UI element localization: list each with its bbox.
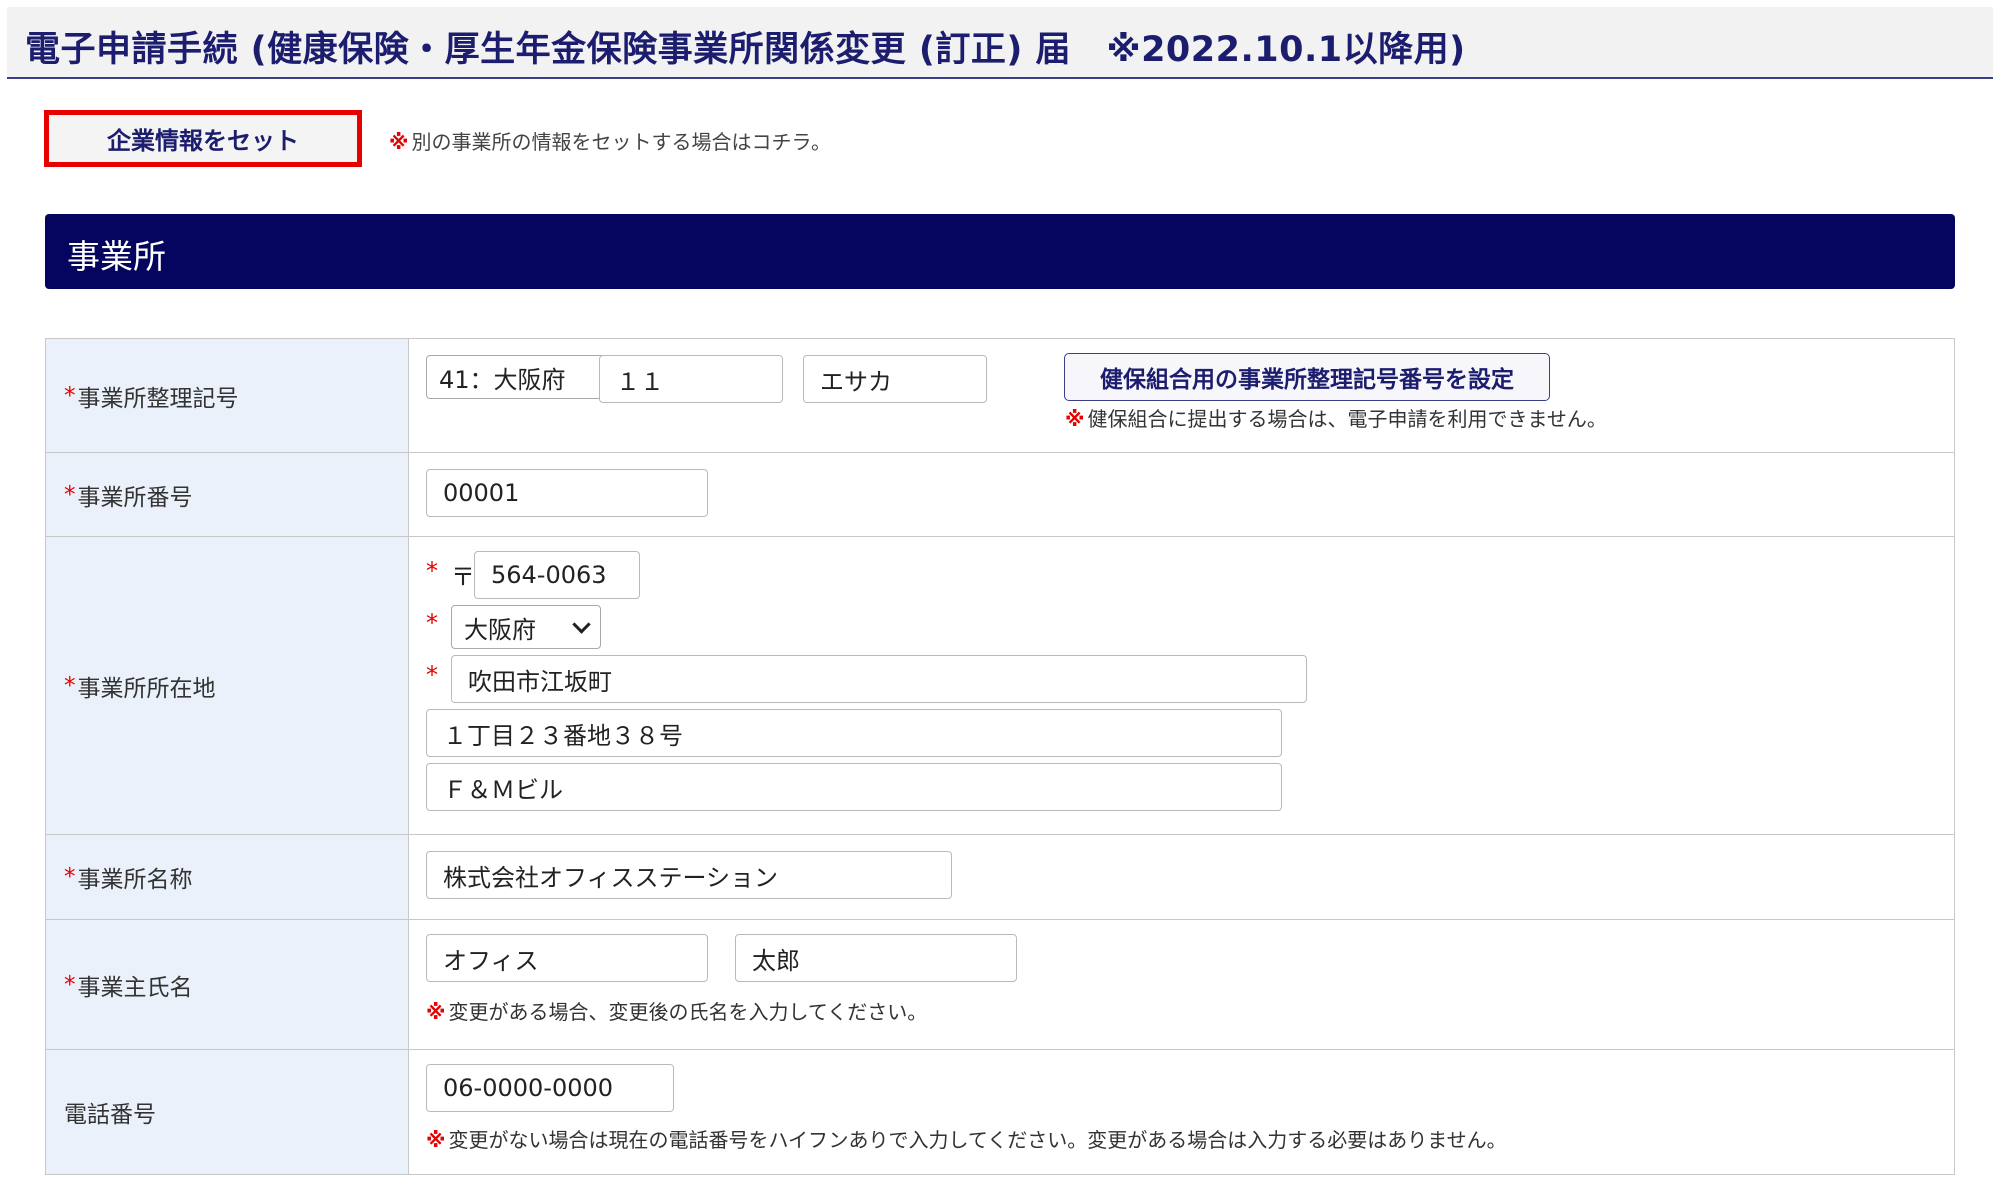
page-header: 電子申請手続 (健康保険・厚生年金保険事業所関係変更 (訂正) 届 ※2022.… (7, 7, 1993, 79)
section-title: 事業所 (67, 237, 166, 276)
owner-name-note-text: 変更がある場合、変更後の氏名を入力してください。 (448, 1000, 928, 1024)
required-mark: * (64, 864, 76, 890)
office-code-input-1[interactable]: １１ (599, 355, 783, 403)
postal-mark: 〒 (451, 563, 475, 591)
kenpo-office-code-button[interactable]: 健保組合用の事業所整理記号番号を設定 (1064, 353, 1550, 401)
label-office-code-text: 事業所整理記号 (77, 385, 239, 412)
set-company-note-text: 別の事業所の情報をセットする場合はコチラ。 (411, 130, 832, 154)
row-office-number: * 事業所番号 00001 (46, 453, 1954, 537)
label-office-address: * 事業所所在地 (46, 537, 409, 834)
required-mark: * (64, 481, 76, 508)
page-title: 電子申請手続 (健康保険・厚生年金保険事業所関係変更 (訂正) 届 ※2022.… (25, 30, 1466, 70)
row-office-code: * 事業所整理記号 41：大阪府 １１ エサカ 健保組合用の事業所整理記号番号を設… (46, 339, 1954, 453)
chevron-down-icon (572, 614, 591, 634)
section-header: 事業所 (45, 214, 1955, 289)
office-code-prefecture-value: 41：大阪府 (439, 365, 566, 394)
label-office-address-text: 事業所所在地 (77, 675, 216, 702)
office-number-input[interactable]: 00001 (426, 469, 708, 517)
office-name-input[interactable]: 株式会社オフィスステーション (426, 851, 952, 899)
address-city-input[interactable]: 吹田市江坂町 (451, 655, 1307, 703)
label-office-name: * 事業所名称 (46, 835, 409, 919)
phone-fields: 06-0000-0000 ※ 変更がない場合は現在の電話番号をハイフンありで入力し… (409, 1050, 1954, 1174)
phone-input[interactable]: 06-0000-0000 (426, 1064, 674, 1112)
office-name-fields: 株式会社オフィスステーション (409, 835, 1954, 919)
label-office-name-text: 事業所名称 (77, 867, 193, 893)
office-code-note-text: 健保組合に提出する場合は、電子申請を利用できません。 (1087, 407, 1607, 431)
required-mark: * (64, 971, 76, 998)
office-address-fields: * 〒 564-0063 * 大阪府 * 吹田市江坂町 １丁目２３番地３８号 Ｆ… (409, 537, 1954, 834)
phone-note-text: 変更がない場合は現在の電話番号をハイフンありで入力してください。変更がある場合は… (448, 1128, 1507, 1152)
phone-note: ※ 変更がない場合は現在の電話番号をハイフンありで入力してください。変更がある場合… (426, 1124, 1507, 1153)
address-prefecture-select[interactable]: 大阪府 (451, 605, 601, 649)
row-office-name: * 事業所名称 株式会社オフィスステーション (46, 835, 1954, 920)
row-phone: 電話番号 06-0000-0000 ※ 変更がない場合は現在の電話番号をハイフンあ… (46, 1050, 1954, 1174)
owner-first-name-input[interactable]: 太郎 (735, 934, 1017, 982)
row-owner-name: * 事業主氏名 オフィス 太郎 ※ 変更がある場合、変更後の氏名を入力してください。 (46, 920, 1954, 1050)
label-owner-name-text: 事業主氏名 (77, 974, 193, 1001)
required-mark: * (426, 609, 438, 637)
label-office-number: * 事業所番号 (46, 453, 409, 536)
note-mark: ※ (426, 1000, 446, 1024)
set-company-info-button[interactable]: 企業情報をセット (44, 110, 362, 167)
required-mark: * (64, 382, 76, 409)
label-phone-text: 電話番号 (64, 1102, 156, 1128)
office-code-input-2[interactable]: エサカ (803, 355, 987, 403)
address-line1-input[interactable]: １丁目２３番地３８号 (426, 709, 1282, 757)
required-mark: * (426, 557, 438, 585)
required-mark: * (64, 672, 76, 699)
address-line2-input[interactable]: Ｆ＆Ｍビル (426, 763, 1282, 811)
label-office-number-text: 事業所番号 (77, 484, 193, 511)
owner-name-fields: オフィス 太郎 ※ 変更がある場合、変更後の氏名を入力してください。 (409, 920, 1954, 1049)
set-company-note: ※ 別の事業所の情報をセットする場合はコチラ。 (389, 126, 831, 155)
row-office-address: * 事業所所在地 * 〒 564-0063 * 大阪府 * 吹田市江坂町 １丁目２… (46, 537, 1954, 835)
label-owner-name: * 事業主氏名 (46, 920, 409, 1049)
required-mark: * (426, 661, 438, 689)
note-mark: ※ (1065, 407, 1085, 431)
office-code-note: ※ 健保組合に提出する場合は、電子申請を利用できません。 (1065, 403, 1607, 432)
label-office-code: * 事業所整理記号 (46, 339, 409, 452)
office-code-fields: 41：大阪府 １１ エサカ 健保組合用の事業所整理記号番号を設定 ※ 健保組合に提… (409, 339, 1954, 452)
postal-code-input[interactable]: 564-0063 (474, 551, 640, 599)
label-phone: 電話番号 (46, 1050, 409, 1174)
address-prefecture-value: 大阪府 (464, 615, 536, 644)
note-mark: ※ (389, 130, 409, 154)
owner-last-name-input[interactable]: オフィス (426, 934, 708, 982)
owner-name-note: ※ 変更がある場合、変更後の氏名を入力してください。 (426, 996, 927, 1025)
note-mark: ※ (426, 1128, 446, 1152)
office-number-fields: 00001 (409, 453, 1954, 536)
office-form-table: * 事業所整理記号 41：大阪府 １１ エサカ 健保組合用の事業所整理記号番号を設… (45, 338, 1955, 1175)
